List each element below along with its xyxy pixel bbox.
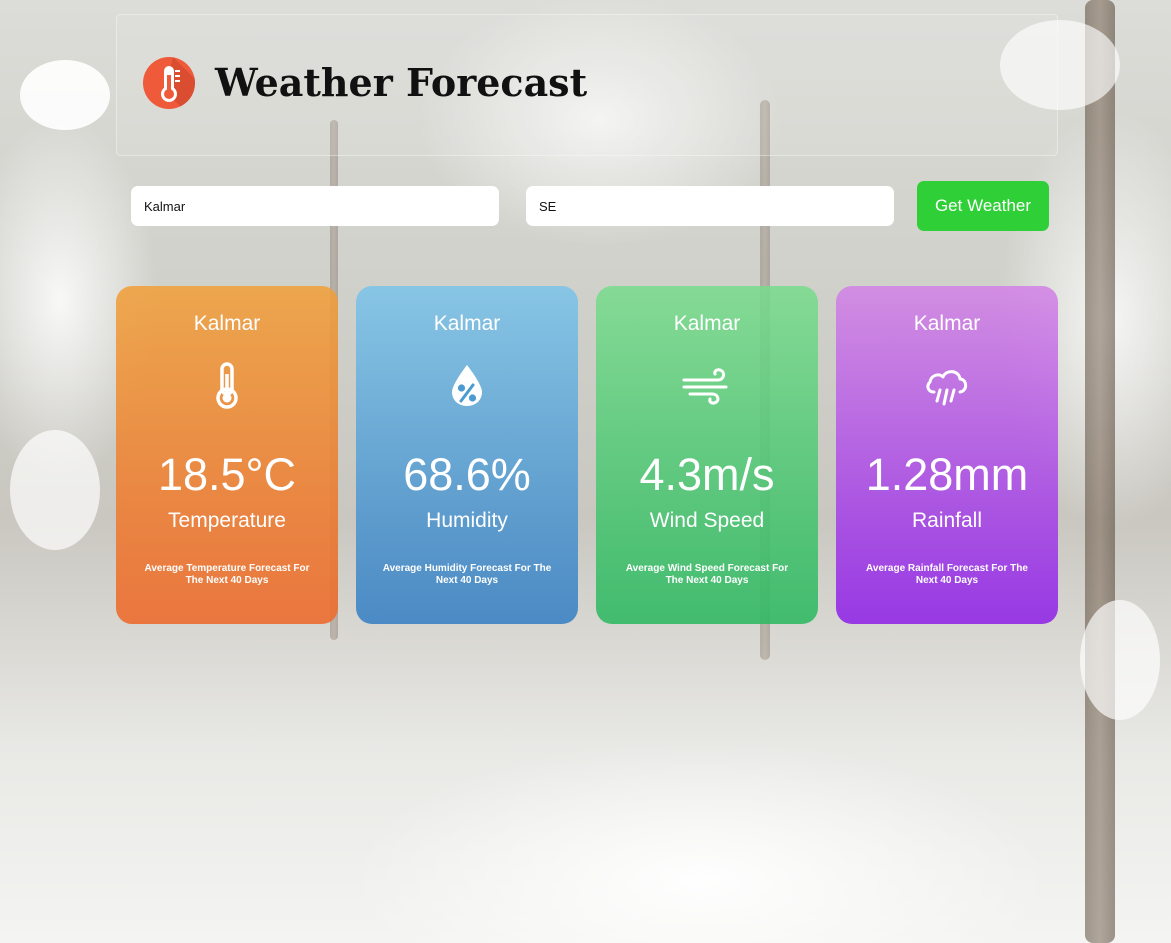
thermometer-icon bbox=[202, 360, 252, 410]
rainfall-value: 1.28mm bbox=[865, 449, 1029, 500]
temperature-note: Average Temperature Forecast For The Nex… bbox=[144, 563, 310, 586]
card-city: Kalmar bbox=[193, 312, 261, 335]
wind-icon bbox=[682, 360, 732, 410]
country-input[interactable] bbox=[526, 186, 894, 226]
wind-speed-card: Kalmar 4.3m/s Wind Speed Average Wind Sp… bbox=[596, 286, 818, 624]
humidity-drop-icon bbox=[442, 360, 492, 410]
card-city: Kalmar bbox=[913, 312, 981, 335]
humidity-value: 68.6% bbox=[403, 449, 531, 500]
wind-speed-label: Wind Speed bbox=[649, 509, 765, 532]
humidity-label: Humidity bbox=[426, 509, 508, 532]
temperature-value: 18.5°C bbox=[157, 449, 297, 500]
humidity-note: Average Humidity Forecast For The Next 4… bbox=[382, 563, 552, 586]
rain-cloud-icon bbox=[922, 360, 972, 410]
city-input[interactable] bbox=[131, 186, 499, 226]
page-title: Weather Forecast bbox=[215, 60, 588, 105]
rainfall-label: Rainfall bbox=[911, 509, 983, 532]
card-city: Kalmar bbox=[433, 312, 501, 335]
temperature-label: Temperature bbox=[168, 509, 286, 532]
humidity-card: Kalmar 68.6% Humidity Average Humidity F… bbox=[356, 286, 578, 624]
rainfall-card: Kalmar 1.28mm Rainfall Average Rainfall … bbox=[836, 286, 1058, 624]
temperature-card: Kalmar 18.5°C Temperature Average Temper… bbox=[116, 286, 338, 624]
get-weather-button[interactable]: Get Weather bbox=[917, 181, 1049, 231]
rainfall-note: Average Rainfall Forecast For The Next 4… bbox=[866, 563, 1028, 586]
background-snow bbox=[10, 430, 100, 550]
card-city: Kalmar bbox=[673, 312, 741, 335]
thermometer-logo-icon bbox=[143, 57, 195, 109]
background-tree-trunk bbox=[1085, 0, 1115, 943]
wind-speed-value: 4.3m/s bbox=[639, 449, 775, 500]
background-snow bbox=[1080, 600, 1160, 720]
wind-speed-note: Average Wind Speed Forecast For The Next… bbox=[625, 563, 789, 586]
background-snow bbox=[20, 60, 110, 130]
